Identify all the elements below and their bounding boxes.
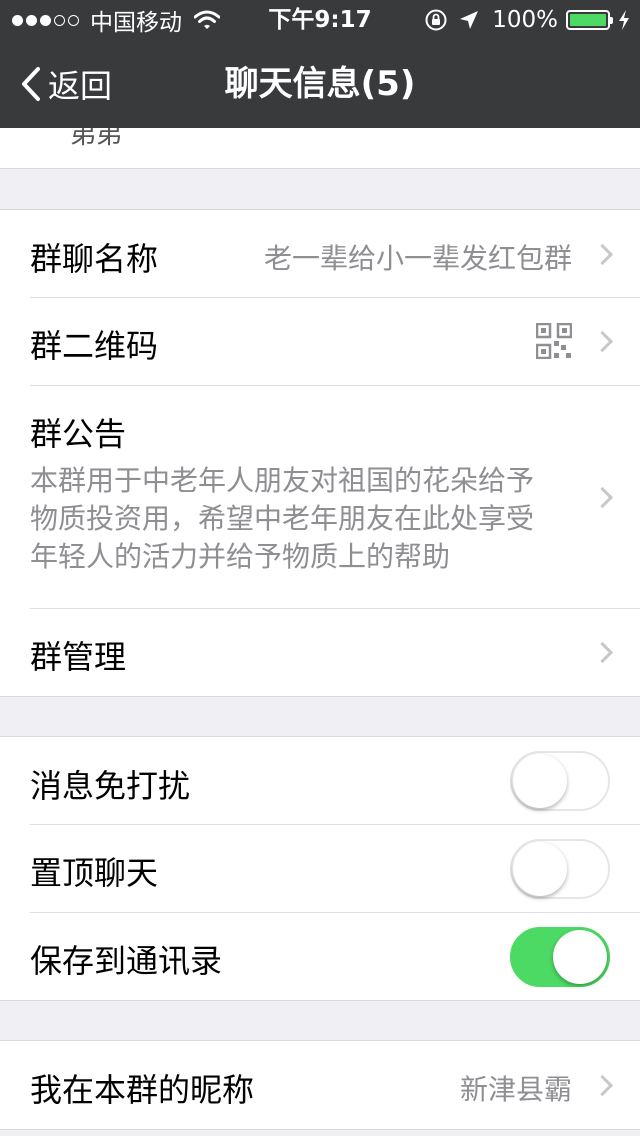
nickname-section: 我在本群的昵称 新津县霸: [0, 1040, 640, 1130]
pin-chat-row: 置顶聊天: [0, 824, 640, 912]
status-bar: 中国移动 下午9:17 100%: [0, 0, 640, 40]
group-info-section: 群聊名称 老一辈给小一辈发红包群 群二维码 群公告 本群用于中老年人朋友对祖国的…: [0, 209, 640, 697]
mute-toggle[interactable]: [510, 751, 610, 811]
nickname-value: 新津县霸: [459, 1073, 572, 1106]
status-right: 100%: [424, 0, 630, 40]
battery-percent: 100%: [492, 7, 558, 33]
toggle-knob: [553, 930, 607, 984]
charging-bolt-icon: [619, 10, 629, 30]
group-name-label: 群聊名称: [30, 240, 159, 278]
nickname-label: 我在本群的昵称: [30, 1071, 255, 1109]
save-contacts-row: 保存到通讯录: [0, 912, 640, 1000]
member-name: 弟弟: [70, 128, 123, 150]
chevron-right-icon: [591, 641, 614, 664]
chevron-right-icon: [591, 486, 614, 509]
chat-info-screen: 中国移动 下午9:17 100% 返回 聊天信息(5) 弟弟 群聊名称 老一辈给…: [0, 0, 640, 1136]
pin-chat-label: 置顶聊天: [30, 854, 159, 892]
mute-label: 消息免打扰: [30, 767, 191, 805]
group-manage-label: 群管理: [30, 638, 127, 676]
orientation-lock-icon: [425, 9, 447, 31]
group-qrcode-label: 群二维码: [30, 327, 159, 365]
group-announcement-text: 本群用于中老年人朋友对祖国的花朵给予物质投资用，希望中老年朋友在此处享受年轻人的…: [30, 464, 535, 573]
chevron-right-icon: [591, 243, 614, 266]
battery-icon: [566, 10, 613, 30]
group-qrcode-row[interactable]: 群二维码: [0, 297, 640, 385]
group-name-row[interactable]: 群聊名称 老一辈给小一辈发红包群: [0, 210, 640, 297]
toggle-knob: [513, 754, 567, 808]
group-announcement-row[interactable]: 群公告 本群用于中老年人朋友对祖国的花朵给予物质投资用，希望中老年朋友在此处享受…: [0, 385, 640, 608]
mute-row: 消息免打扰: [0, 737, 640, 824]
toggle-knob: [513, 842, 567, 896]
battery-level: [570, 14, 606, 26]
group-announcement-label: 群公告: [30, 415, 127, 453]
chat-settings-section: 消息免打扰 置顶聊天 保存到通讯录: [0, 736, 640, 1001]
page-title: 聊天信息(5): [224, 64, 416, 104]
navigation-bar: 返回 聊天信息(5): [0, 40, 640, 128]
member-name-peek: 弟弟: [0, 128, 640, 169]
nickname-row[interactable]: 我在本群的昵称 新津县霸: [0, 1041, 640, 1129]
chevron-right-icon: [591, 330, 614, 353]
pin-chat-toggle[interactable]: [510, 839, 610, 899]
save-contacts-label: 保存到通讯录: [30, 942, 223, 980]
group-manage-row[interactable]: 群管理: [0, 608, 640, 696]
location-arrow-icon: [460, 11, 479, 29]
chevron-right-icon: [591, 1074, 614, 1097]
qr-code-icon: [536, 323, 572, 359]
save-contacts-toggle[interactable]: [510, 927, 610, 987]
group-name-value: 老一辈给小一辈发红包群: [263, 242, 572, 275]
